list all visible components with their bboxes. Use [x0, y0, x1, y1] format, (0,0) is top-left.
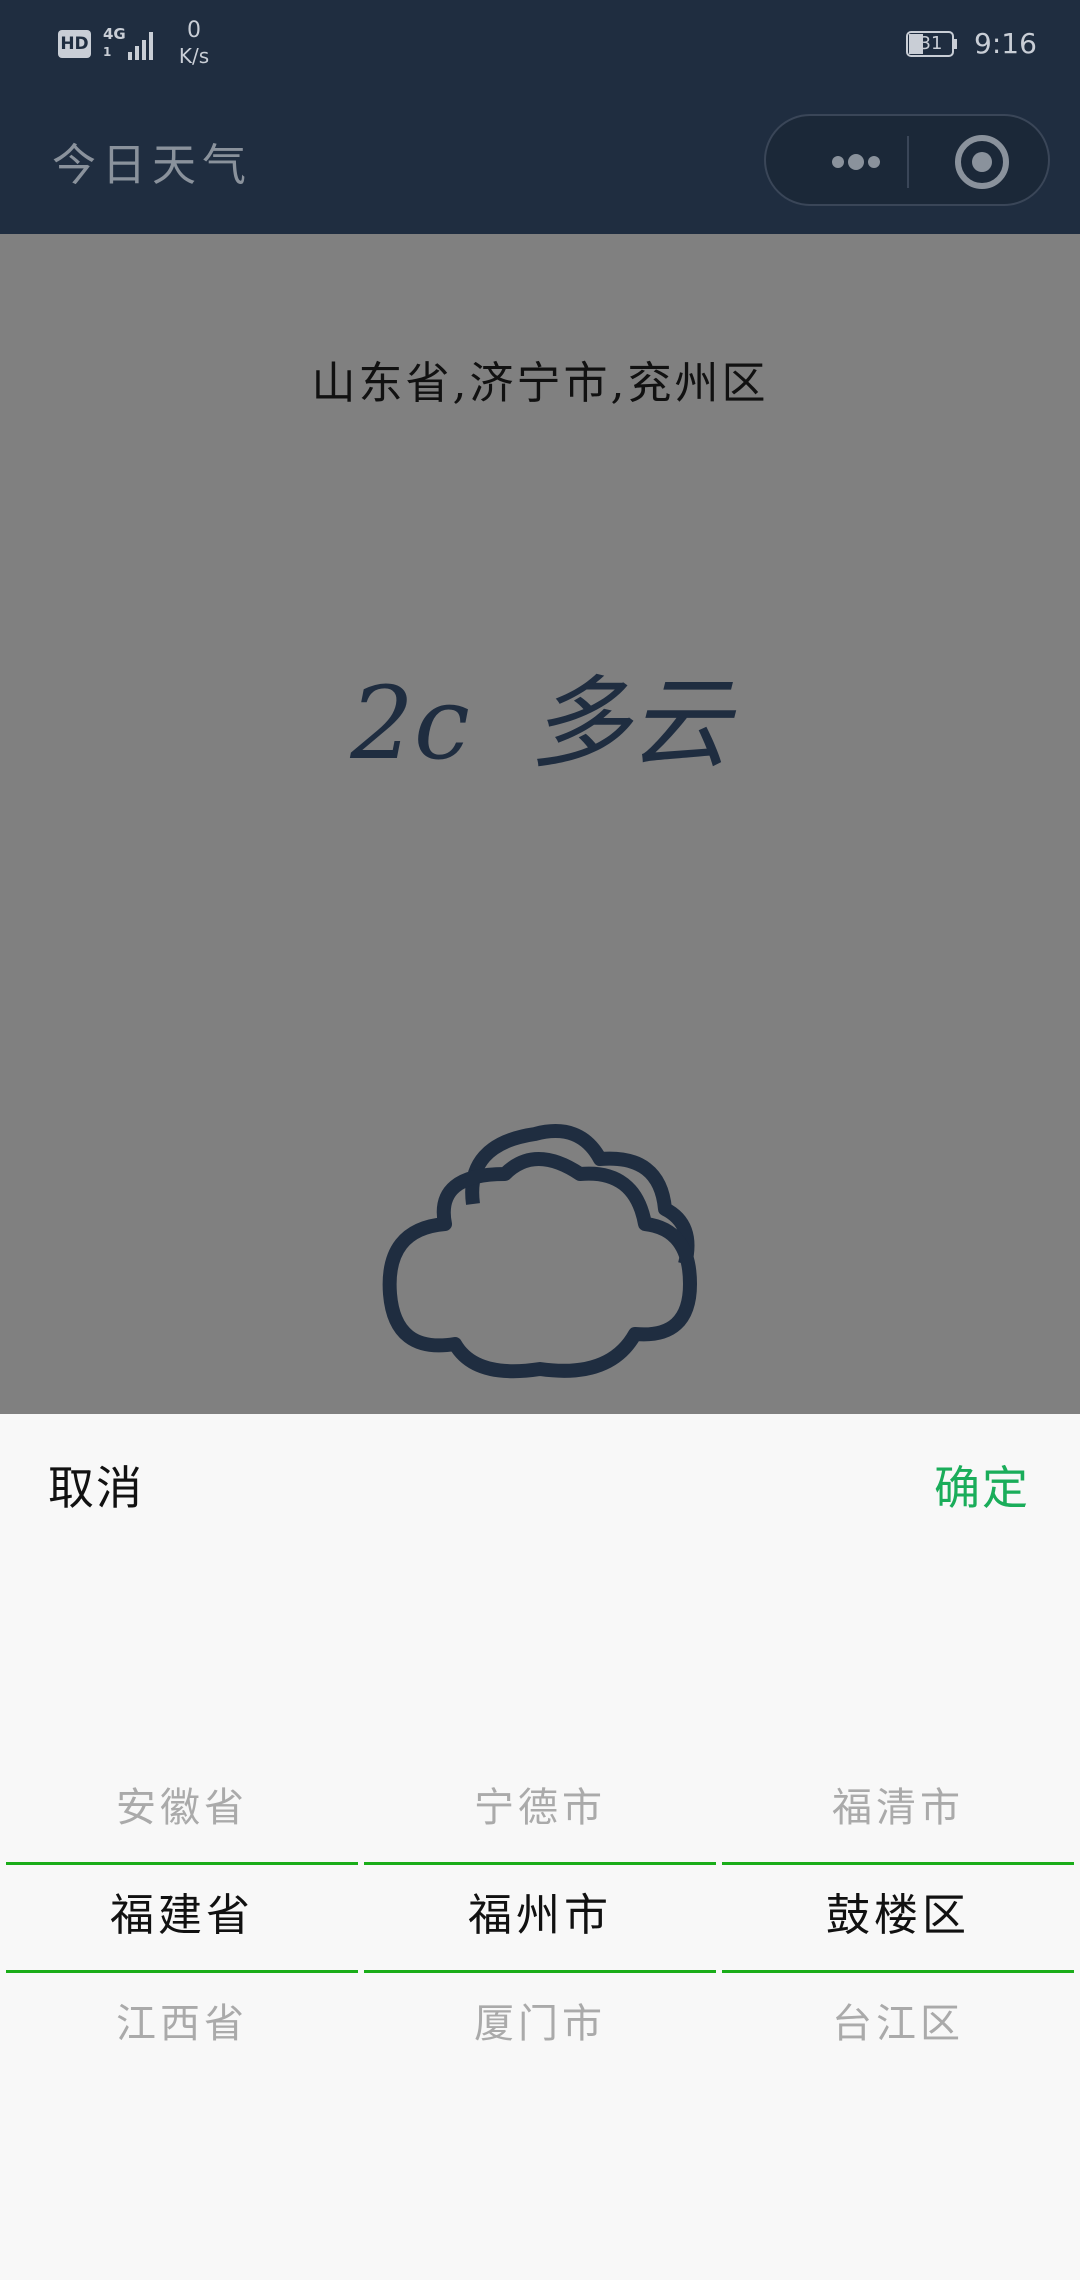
mini-program-capsule — [764, 114, 1050, 206]
picker-option[interactable]: 江西省 — [6, 1970, 358, 2078]
picker-option[interactable]: 福清市 — [722, 1754, 1074, 1862]
hd-badge: HD — [58, 30, 91, 58]
picker-option-selected[interactable]: 福州市 — [364, 1862, 716, 1970]
page-title: 今日天气 — [52, 140, 252, 191]
district-column[interactable]: 福清市 鼓楼区 台江区 — [722, 1754, 1074, 2084]
weather-content: 山东省,济宁市,兖州区 2c 多云 — [0, 234, 1080, 1414]
cancel-button[interactable]: 取消 — [48, 1456, 144, 1520]
speed-value: 0 — [187, 18, 201, 43]
more-dots-icon[interactable] — [784, 116, 904, 204]
region-picker-sheet: 取消 确定 安徽省 福建省 江西省 宁德市 福州市 厦门市 福清市 鼓楼区 台江… — [0, 1414, 1080, 2280]
picker-option[interactable]: 安徽省 — [6, 1754, 358, 1862]
picker-option[interactable]: 厦门市 — [364, 1970, 716, 2078]
temperature: 2c — [350, 665, 470, 782]
nav-bar: 今日天气 — [0, 100, 1080, 234]
speed-unit: K/s — [178, 44, 210, 68]
picker-option-selected[interactable]: 鼓楼区 — [722, 1862, 1074, 1970]
status-bar: HD 4G 1 0 K/s 31 9:16 — [0, 0, 1080, 100]
picker-option[interactable]: 宁德市 — [364, 1754, 716, 1862]
network-sim: 1 — [103, 45, 112, 59]
weather-condition: 多云 — [529, 665, 730, 782]
battery-level: 31 — [919, 33, 943, 54]
capsule-divider — [907, 136, 909, 188]
signal-icon — [128, 32, 153, 60]
region-picker[interactable]: 安徽省 福建省 江西省 宁德市 福州市 厦门市 福清市 鼓楼区 台江区 — [6, 1754, 1074, 2084]
picker-option[interactable]: 台江区 — [722, 1970, 1074, 2078]
location-label[interactable]: 山东省,济宁市,兖州区 — [0, 354, 1080, 414]
picker-option-selected[interactable]: 福建省 — [6, 1862, 358, 1970]
province-column[interactable]: 安徽省 福建省 江西省 — [6, 1754, 358, 2084]
clock: 9:16 — [974, 27, 1037, 60]
city-column[interactable]: 宁德市 福州市 厦门市 — [364, 1754, 716, 2084]
target-circle-icon[interactable] — [912, 116, 1042, 204]
weather-summary: 2c 多云 — [0, 664, 1080, 784]
cloud-icon — [382, 1124, 697, 1379]
network-speed: 0 K/s — [174, 18, 214, 68]
top-bar: HD 4G 1 0 K/s 31 9:16 今日天气 — [0, 0, 1080, 234]
confirm-button[interactable]: 确定 — [934, 1456, 1030, 1520]
